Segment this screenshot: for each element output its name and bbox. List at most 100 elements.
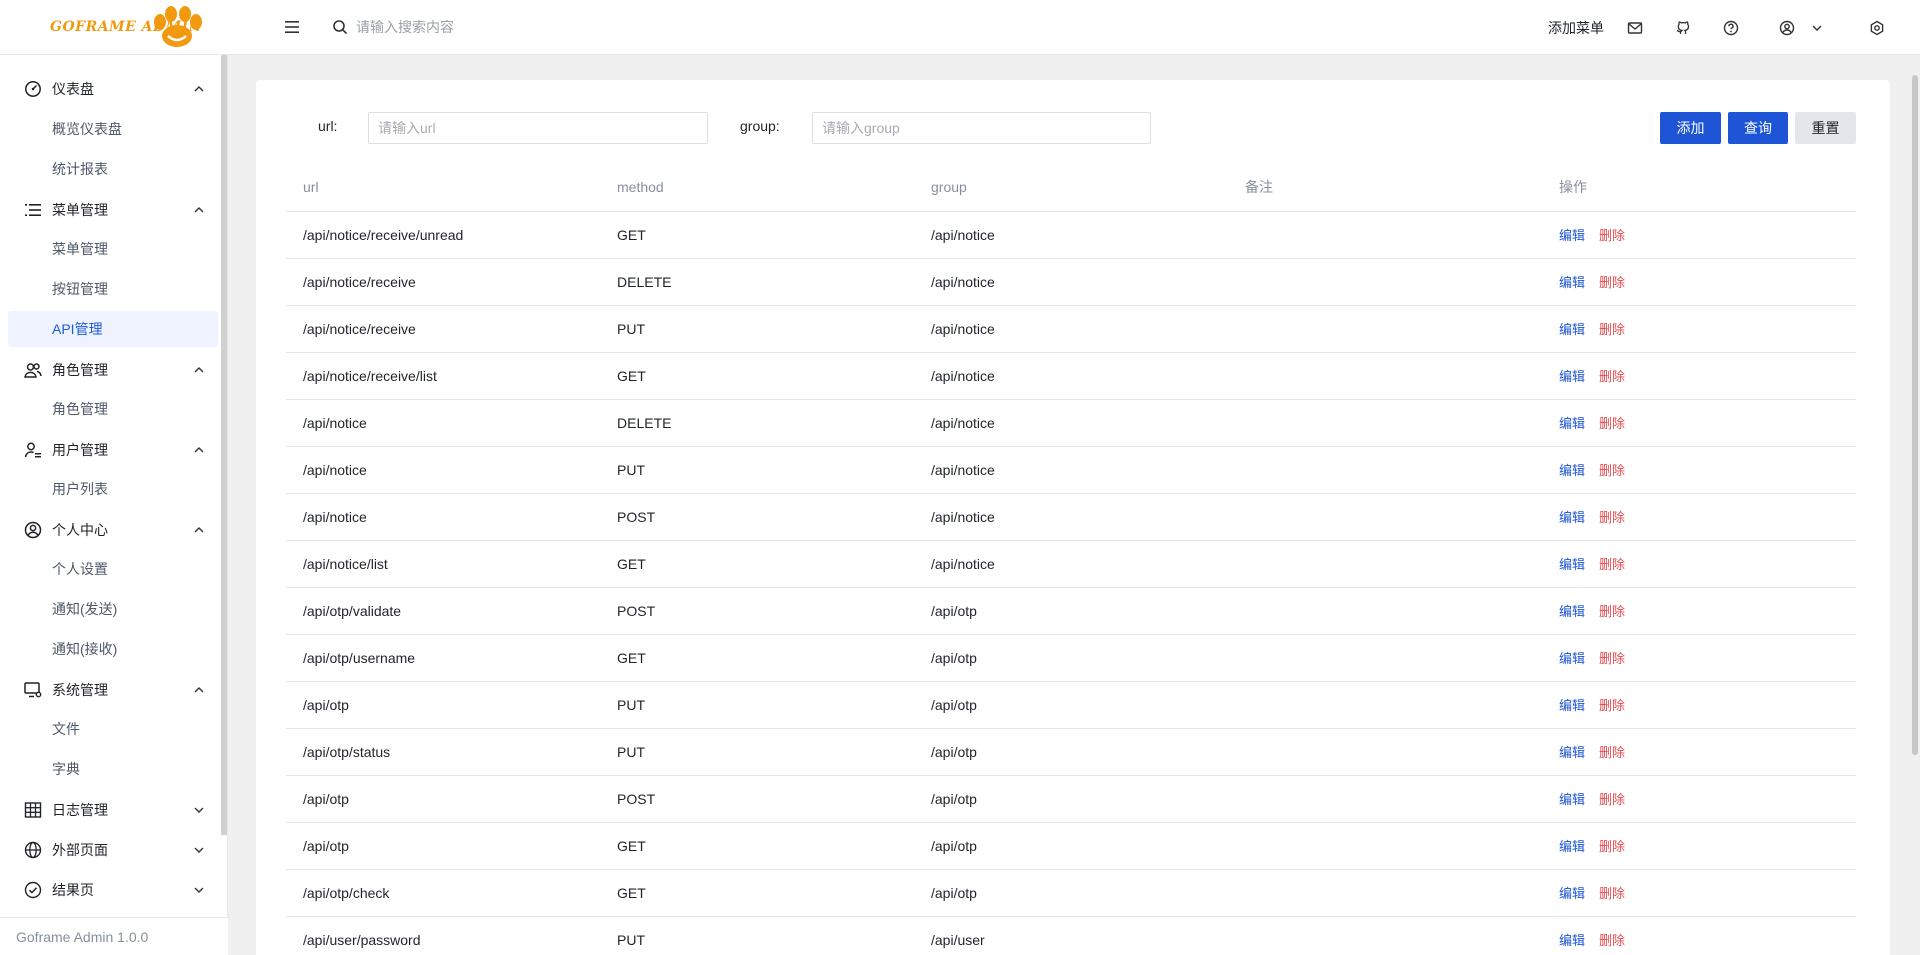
delete-link[interactable]: 删除 [1599, 651, 1625, 666]
api-management-card: url: group: 添加 查询 重置 url method group 备注… [256, 80, 1890, 955]
mail-icon[interactable] [1626, 19, 1644, 37]
edit-link[interactable]: 编辑 [1559, 886, 1585, 901]
edit-link[interactable]: 编辑 [1559, 557, 1585, 572]
user-dropdown[interactable] [1778, 0, 1826, 55]
cell-actions: 编辑 删除 [1542, 916, 1856, 955]
sidebar-group-role-management[interactable]: 角色管理 [0, 350, 222, 390]
sidebar-item-notice-receive[interactable]: 通知(接收) [8, 631, 218, 667]
add-menu-button[interactable]: 添加菜单 [1548, 0, 1604, 55]
edit-link[interactable]: 编辑 [1559, 933, 1585, 948]
table-row: /api/notice/receive DELETE/api/notice 编辑 删除 [286, 258, 1856, 306]
main-scrollbar[interactable] [1910, 55, 1920, 955]
sidebar-group-menu-management[interactable]: 菜单管理 [0, 190, 222, 230]
edit-link[interactable]: 编辑 [1559, 839, 1585, 854]
delete-link[interactable]: 删除 [1599, 886, 1625, 901]
url-filter-input[interactable] [368, 112, 708, 144]
edit-link[interactable]: 编辑 [1559, 698, 1585, 713]
delete-link[interactable]: 删除 [1599, 745, 1625, 760]
delete-link[interactable]: 删除 [1599, 698, 1625, 713]
group-filter-input[interactable] [812, 112, 1151, 144]
column-header-group: group [914, 164, 1228, 212]
sidebar-item-statistics-report[interactable]: 统计报表 [8, 151, 218, 187]
cell-note [1228, 493, 1542, 541]
cell-method: POST [600, 493, 914, 541]
delete-link[interactable]: 删除 [1599, 228, 1625, 243]
sidebar-item-role-management[interactable]: 角色管理 [8, 391, 218, 427]
paw-logo-icon [154, 6, 202, 47]
sidebar-item-notice-send[interactable]: 通知(发送) [8, 591, 218, 627]
sidebar-group-log-management[interactable]: 日志管理 [0, 790, 222, 830]
cell-url: /api/notice/receive/list [286, 352, 600, 400]
menu-toggle-icon[interactable] [284, 19, 300, 35]
delete-link[interactable]: 删除 [1599, 369, 1625, 384]
cell-note [1228, 211, 1542, 259]
main-scrollbar-thumb[interactable] [1912, 75, 1918, 755]
sidebar-item-personal-settings[interactable]: 个人设置 [8, 551, 218, 587]
delete-link[interactable]: 删除 [1599, 275, 1625, 290]
cell-actions: 编辑 删除 [1542, 399, 1856, 447]
edit-link[interactable]: 编辑 [1559, 416, 1585, 431]
help-icon[interactable] [1722, 19, 1740, 37]
github-icon[interactable] [1674, 19, 1692, 37]
cell-url: /api/otp/username [286, 634, 600, 682]
edit-link[interactable]: 编辑 [1559, 275, 1585, 290]
cell-method: PUT [600, 305, 914, 353]
sidebar-item-api-management[interactable]: API管理 [8, 311, 218, 347]
cell-group: /api/otp [914, 681, 1228, 729]
cell-note [1228, 587, 1542, 635]
delete-link[interactable]: 删除 [1599, 322, 1625, 337]
cell-group: /api/user [914, 916, 1228, 955]
group-filter-label: group: [740, 118, 780, 134]
search-input[interactable] [356, 19, 616, 35]
reset-button[interactable]: 重置 [1795, 112, 1856, 144]
edit-link[interactable]: 编辑 [1559, 510, 1585, 525]
query-button[interactable]: 查询 [1728, 112, 1788, 144]
cell-note [1228, 352, 1542, 400]
sidebar-item-dictionary[interactable]: 字典 [8, 751, 218, 787]
cell-url: /api/notice [286, 493, 600, 541]
edit-link[interactable]: 编辑 [1559, 463, 1585, 478]
sidebar-item-overview-dashboard[interactable]: 概览仪表盘 [8, 111, 218, 147]
sidebar-group-personal-center[interactable]: 个人中心 [0, 510, 222, 550]
cell-url: /api/user/password [286, 916, 600, 955]
cell-url: /api/notice/receive [286, 305, 600, 353]
chevron-down-icon [1808, 19, 1826, 37]
sidebar-group-result-pages[interactable]: 结果页 [0, 870, 222, 910]
add-button[interactable]: 添加 [1660, 112, 1721, 144]
sidebar-group-dashboard[interactable]: 仪表盘 [0, 69, 222, 109]
delete-link[interactable]: 删除 [1599, 416, 1625, 431]
cell-actions: 编辑 删除 [1542, 822, 1856, 870]
edit-link[interactable]: 编辑 [1559, 369, 1585, 384]
top-header: GOFRAME ADMIN 添加菜单 [0, 0, 1920, 55]
cell-url: /api/notice/receive [286, 258, 600, 306]
edit-link[interactable]: 编辑 [1559, 745, 1585, 760]
sidebar-group-system-management[interactable]: 系统管理 [0, 670, 222, 710]
cell-url: /api/otp [286, 822, 600, 870]
sidebar-item-menu-management[interactable]: 菜单管理 [8, 231, 218, 267]
settings-gear-icon[interactable] [1868, 19, 1886, 37]
sidebar-group-user-management[interactable]: 用户管理 [0, 430, 222, 470]
delete-link[interactable]: 删除 [1599, 933, 1625, 948]
delete-link[interactable]: 删除 [1599, 557, 1625, 572]
sidebar-item-files[interactable]: 文件 [8, 711, 218, 747]
delete-link[interactable]: 删除 [1599, 463, 1625, 478]
sidebar-group-external-pages[interactable]: 外部页面 [0, 830, 222, 870]
sidebar-scrollbar[interactable] [221, 55, 227, 835]
edit-link[interactable]: 编辑 [1559, 228, 1585, 243]
chevron-down-icon [194, 887, 204, 893]
cell-note [1228, 399, 1542, 447]
edit-link[interactable]: 编辑 [1559, 792, 1585, 807]
edit-link[interactable]: 编辑 [1559, 651, 1585, 666]
sidebar-item-user-list[interactable]: 用户列表 [8, 471, 218, 507]
sidebar-item-button-management[interactable]: 按钮管理 [8, 271, 218, 307]
cell-group: /api/notice [914, 493, 1228, 541]
delete-link[interactable]: 删除 [1599, 839, 1625, 854]
table-row: /api/otp/validate POST/api/otp 编辑 删除 [286, 587, 1856, 635]
edit-link[interactable]: 编辑 [1559, 322, 1585, 337]
delete-link[interactable]: 删除 [1599, 510, 1625, 525]
edit-link[interactable]: 编辑 [1559, 604, 1585, 619]
delete-link[interactable]: 删除 [1599, 604, 1625, 619]
avatar-icon [1778, 19, 1796, 37]
delete-link[interactable]: 删除 [1599, 792, 1625, 807]
sidebar-version-footer: Goframe Admin 1.0.0 [0, 917, 228, 955]
